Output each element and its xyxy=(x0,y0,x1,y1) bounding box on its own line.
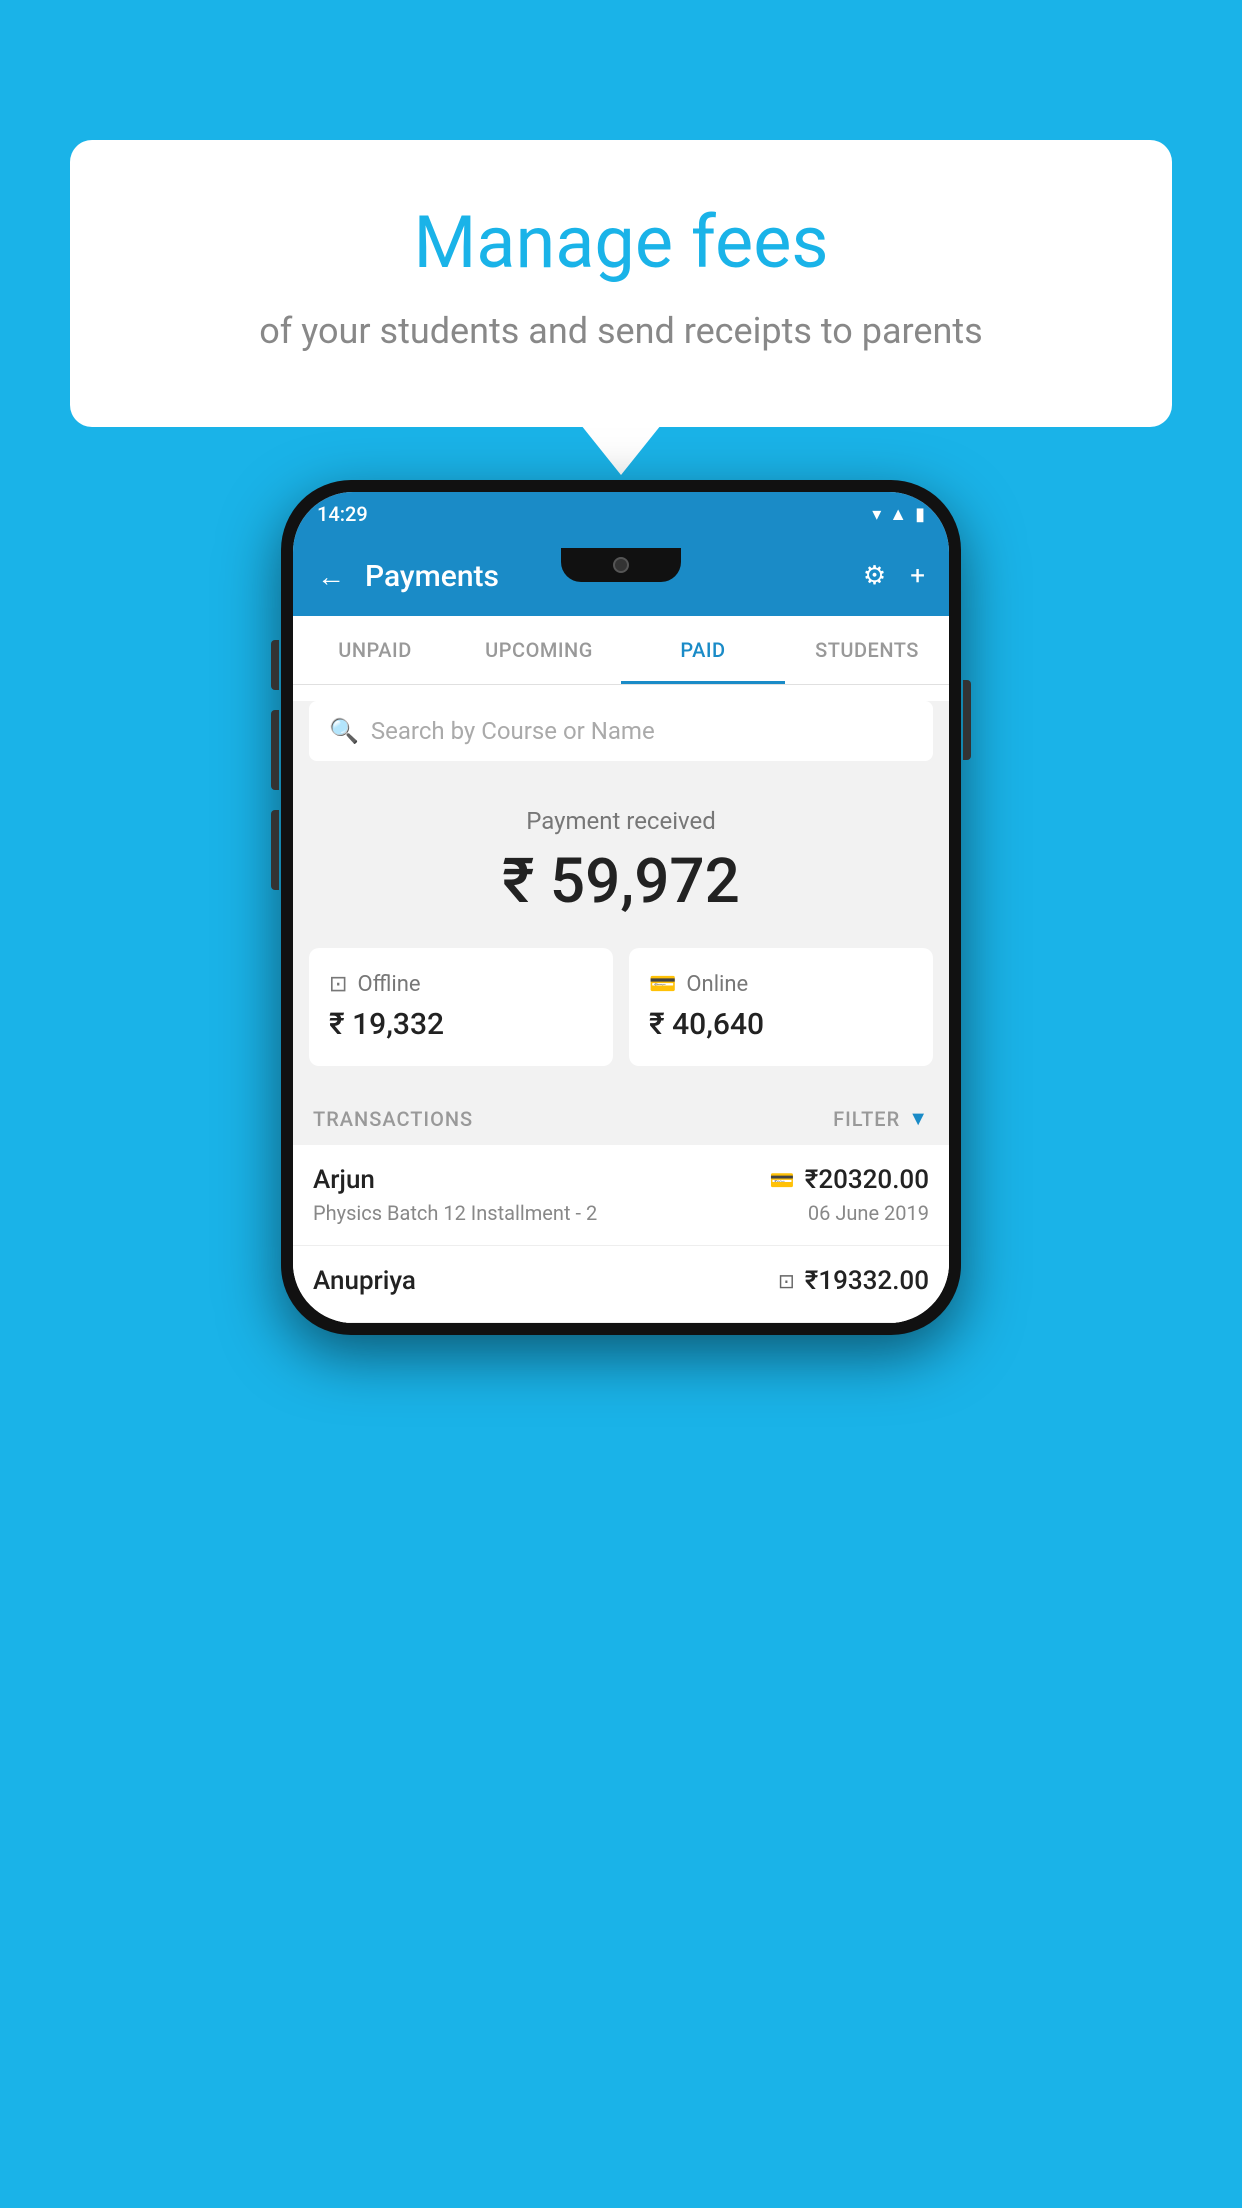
filter-button[interactable]: FILTER ▼ xyxy=(833,1106,929,1131)
speech-bubble-container: Manage fees of your students and send re… xyxy=(70,140,1172,427)
bubble-title: Manage fees xyxy=(150,200,1092,286)
status-time: 14:29 xyxy=(317,502,368,526)
phone-wrapper: 14:29 ▾ ▲ ▮ ← Payments ⚙ xyxy=(281,480,961,1335)
tab-paid[interactable]: PAID xyxy=(621,616,785,684)
status-bar: 14:29 ▾ ▲ ▮ xyxy=(293,492,949,536)
camera-dot xyxy=(613,557,629,573)
payment-received-section: Payment received ₹ 59,972 xyxy=(293,777,949,948)
tab-unpaid[interactable]: UNPAID xyxy=(293,616,457,684)
phone-screen: 14:29 ▾ ▲ ▮ ← Payments ⚙ xyxy=(293,492,949,1323)
amount-row: 💳 ₹20320.00 xyxy=(770,1165,929,1195)
online-payment-icon: 💳 xyxy=(770,1168,795,1192)
side-button-left-vol-up xyxy=(271,710,279,790)
filter-icon: ▼ xyxy=(908,1106,929,1131)
speech-bubble: Manage fees of your students and send re… xyxy=(70,140,1172,427)
transactions-header: TRANSACTIONS FILTER ▼ xyxy=(293,1086,949,1145)
offline-card-header: ⊡ Offline xyxy=(329,972,593,997)
transactions-label: TRANSACTIONS xyxy=(313,1107,473,1131)
tab-students[interactable]: STUDENTS xyxy=(785,616,949,684)
status-icons: ▾ ▲ ▮ xyxy=(872,504,925,525)
wifi-icon: ▾ xyxy=(872,504,881,525)
transaction-amount: ₹20320.00 xyxy=(805,1165,929,1195)
transactions-list: Arjun Physics Batch 12 Installment - 2 💳… xyxy=(293,1145,949,1323)
app-background: Manage fees of your students and send re… xyxy=(0,0,1242,2208)
offline-label: Offline xyxy=(357,972,420,997)
offline-payment-icon: ⊡ xyxy=(778,1269,795,1293)
payment-cards-row: ⊡ Offline ₹ 19,332 💳 Online ₹ 40,640 xyxy=(293,948,949,1086)
search-input[interactable]: Search by Course or Name xyxy=(371,717,655,745)
online-card-header: 💳 Online xyxy=(649,972,913,997)
filter-label: FILTER xyxy=(833,1107,900,1131)
payment-received-label: Payment received xyxy=(313,807,929,835)
settings-icon[interactable]: ⚙ xyxy=(863,561,886,591)
transaction-left-arjun: Arjun Physics Batch 12 Installment - 2 xyxy=(313,1165,597,1225)
tab-upcoming[interactable]: UPCOMING xyxy=(457,616,621,684)
add-icon[interactable]: + xyxy=(910,561,925,591)
app-bar-actions: ⚙ + xyxy=(863,561,925,591)
app-content: 🔍 Search by Course or Name Payment recei… xyxy=(293,701,949,1323)
side-button-left-power xyxy=(271,640,279,690)
search-icon: 🔍 xyxy=(329,717,359,745)
transaction-right-anupriya: ⊡ ₹19332.00 xyxy=(778,1266,929,1302)
online-card: 💳 Online ₹ 40,640 xyxy=(629,948,933,1066)
phone-notch xyxy=(561,548,681,582)
course-info: Physics Batch 12 Installment - 2 xyxy=(313,1201,597,1225)
online-label: Online xyxy=(686,972,748,997)
offline-icon: ⊡ xyxy=(329,972,347,997)
offline-amount: ₹ 19,332 xyxy=(329,1007,593,1042)
transaction-left-anupriya: Anupriya xyxy=(313,1266,416,1302)
online-icon: 💳 xyxy=(649,972,676,997)
tabs-container: UNPAID UPCOMING PAID STUDENTS xyxy=(293,616,949,685)
phone-outer: 14:29 ▾ ▲ ▮ ← Payments ⚙ xyxy=(281,480,961,1335)
transaction-right-arjun: 💳 ₹20320.00 06 June 2019 xyxy=(770,1165,929,1225)
student-name: Arjun xyxy=(313,1165,597,1195)
side-button-left-vol-down xyxy=(271,810,279,890)
signal-icon: ▲ xyxy=(889,504,907,525)
table-row[interactable]: Anupriya ⊡ ₹19332.00 xyxy=(293,1246,949,1323)
side-button-right xyxy=(963,680,971,760)
bubble-subtitle: of your students and send receipts to pa… xyxy=(150,306,1092,356)
back-button[interactable]: ← xyxy=(317,560,345,593)
battery-icon: ▮ xyxy=(915,504,925,525)
search-bar[interactable]: 🔍 Search by Course or Name xyxy=(309,701,933,761)
payment-received-amount: ₹ 59,972 xyxy=(313,845,929,918)
table-row[interactable]: Arjun Physics Batch 12 Installment - 2 💳… xyxy=(293,1145,949,1246)
transaction-date: 06 June 2019 xyxy=(808,1201,929,1225)
student-name: Anupriya xyxy=(313,1266,416,1296)
offline-card: ⊡ Offline ₹ 19,332 xyxy=(309,948,613,1066)
online-amount: ₹ 40,640 xyxy=(649,1007,913,1042)
amount-row: ⊡ ₹19332.00 xyxy=(778,1266,929,1296)
transaction-amount: ₹19332.00 xyxy=(805,1266,929,1296)
